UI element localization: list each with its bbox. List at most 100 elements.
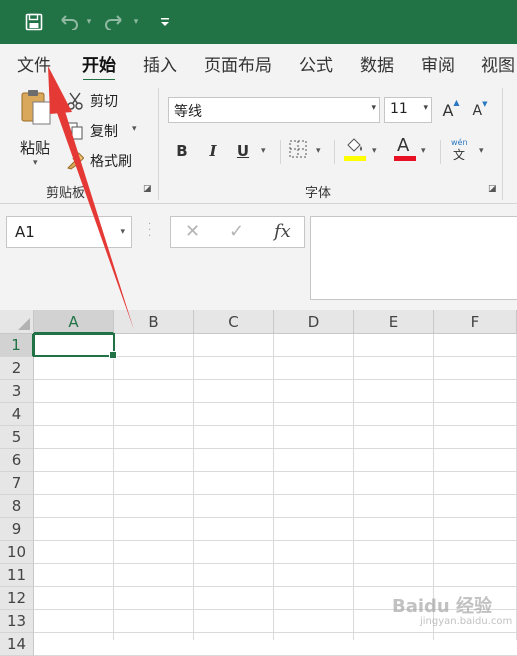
font-separator [440,140,441,164]
redo-dropdown-icon[interactable]: ▾ [130,10,142,34]
row-header-9[interactable]: 9 [0,518,34,541]
row-header-3[interactable]: 3 [0,380,34,403]
font-size-combo[interactable]: 11 ▾ [384,97,432,123]
tab-page-layout[interactable]: 页面布局 [204,51,272,76]
increase-font-size-icon: A [442,100,454,120]
fill-color-dropdown-icon[interactable]: ▾ [372,146,377,156]
font-name-dropdown-icon: ▾ [371,103,376,113]
grip-handle[interactable]: · · · [148,220,151,242]
row-header-12[interactable]: 12 [0,587,34,610]
font-separator [334,140,335,164]
font-color-swatch [394,156,416,161]
scissors-icon [67,92,83,110]
format-painter-label: 格式刷 [90,154,132,170]
decrease-font-size-icon: A [472,103,483,119]
formula-input[interactable] [310,216,517,300]
format-painter-button[interactable]: 格式刷 [66,150,146,172]
font-group-label: 字体 [305,186,332,201]
ribbon-home: 粘贴 ▾ 剪切 复制 ▾ 格式刷 剪贴板 ◪ 等线 ▾ 11 ▾ A ▲ A ▼… [0,80,517,204]
italic-button[interactable]: I [203,140,223,162]
row-header-6[interactable]: 6 [0,449,34,472]
underline-dropdown-icon[interactable]: ▾ [261,146,266,156]
phonetic-dropdown-icon[interactable]: ▾ [479,146,484,156]
worksheet-grid: ABCDEF 1 2 3 4 5 6 7 8 9 10 11 12 13 14 [0,310,517,656]
copy-dropdown-icon: ▾ [132,124,137,134]
row-header-11[interactable]: 11 [0,564,34,587]
tab-home[interactable]: 开始 [82,51,116,82]
phonetic-guide-button[interactable]: wén 文 [450,138,472,164]
row-header-7[interactable]: 7 [0,472,34,495]
active-cell-a1[interactable] [33,333,117,359]
paste-dropdown-icon: ▾ [33,158,38,168]
column-header-a[interactable]: A [34,310,114,334]
grid-row-line [34,632,517,633]
format-painter-icon [67,152,84,170]
font-launcher-icon[interactable]: ◪ [488,184,497,194]
row-header-14[interactable]: 14 [0,633,34,656]
borders-button[interactable] [289,140,309,160]
increase-font-size-button[interactable]: A ▲ [441,98,461,122]
decrease-font-size-button[interactable]: A ▼ [470,100,490,122]
column-header-d[interactable]: D [274,310,354,334]
underline-button[interactable]: U [233,140,253,162]
column-header-e[interactable]: E [354,310,434,334]
column-header-c[interactable]: C [194,310,274,334]
row-header-1[interactable]: 1 [0,334,34,357]
paste-button[interactable]: 粘贴 ▾ [14,88,56,168]
font-color-dropdown-icon[interactable]: ▾ [421,146,426,156]
name-box-dropdown-icon: ▾ [120,227,125,237]
grid-row-line [34,402,517,403]
tab-review[interactable]: 审阅 [421,51,455,76]
row-header-2[interactable]: 2 [0,357,34,380]
group-separator [158,88,159,200]
borders-dropdown-icon[interactable]: ▾ [316,146,321,156]
tab-file[interactable]: 文件 [17,51,51,76]
row-header-5[interactable]: 5 [0,426,34,449]
grid-row-line [34,494,517,495]
undo-dropdown-icon[interactable]: ▾ [83,10,95,34]
paste-label: 粘贴 [20,139,51,157]
font-name-combo[interactable]: 等线 ▾ [168,97,380,123]
column-header-f[interactable]: F [434,310,517,334]
bold-button[interactable]: B [172,140,192,162]
name-box[interactable]: A1 ▾ [6,216,132,248]
row-header-8[interactable]: 8 [0,495,34,518]
row-header-13[interactable]: 13 [0,610,34,633]
font-separator [280,140,281,164]
fill-color-button[interactable] [344,137,368,163]
copy-label: 复制 [90,124,118,140]
grid-row-line [34,540,517,541]
select-all-button[interactable] [0,310,34,334]
ribbon-tabs: 文件 开始 插入 页面布局 公式 数据 审阅 视图 [0,44,517,82]
tab-view[interactable]: 视图 [481,51,515,76]
phonetic-icon-bottom: 文 [453,148,466,162]
name-box-value: A1 [15,223,35,241]
insert-function-button[interactable]: fx [274,221,291,242]
cut-button[interactable]: 剪切 [66,90,136,112]
font-color-icon: A [397,135,410,156]
row-header-4[interactable]: 4 [0,403,34,426]
formula-buttons: ✕ ✓ fx [170,216,305,248]
tab-formulas[interactable]: 公式 [299,51,333,76]
undo-icon[interactable] [58,10,80,34]
cut-label: 剪切 [90,94,118,110]
font-size-value: 11 [390,101,408,117]
title-bar: ▾ ▾ [0,0,517,44]
watermark-url: jingyan.baidu.com [420,616,513,627]
row-header-10[interactable]: 10 [0,541,34,564]
grid-row-line [34,517,517,518]
customize-quick-access-icon[interactable] [158,10,172,34]
copy-icon [66,122,83,140]
save-icon[interactable] [22,10,46,34]
confirm-entry-button[interactable]: ✓ [229,221,244,242]
borders-icon [289,140,307,158]
clipboard-launcher-icon[interactable]: ◪ [143,184,152,194]
formula-bar-area: A1 ▾ · · · ✕ ✓ fx [0,204,517,310]
cancel-entry-button[interactable]: ✕ [185,221,200,242]
tab-insert[interactable]: 插入 [143,51,177,76]
font-color-button[interactable]: A [394,135,416,163]
column-header-b[interactable]: B [114,310,194,334]
copy-button[interactable]: 复制 ▾ [66,120,146,142]
tab-data[interactable]: 数据 [360,51,394,76]
redo-icon[interactable] [103,10,125,34]
